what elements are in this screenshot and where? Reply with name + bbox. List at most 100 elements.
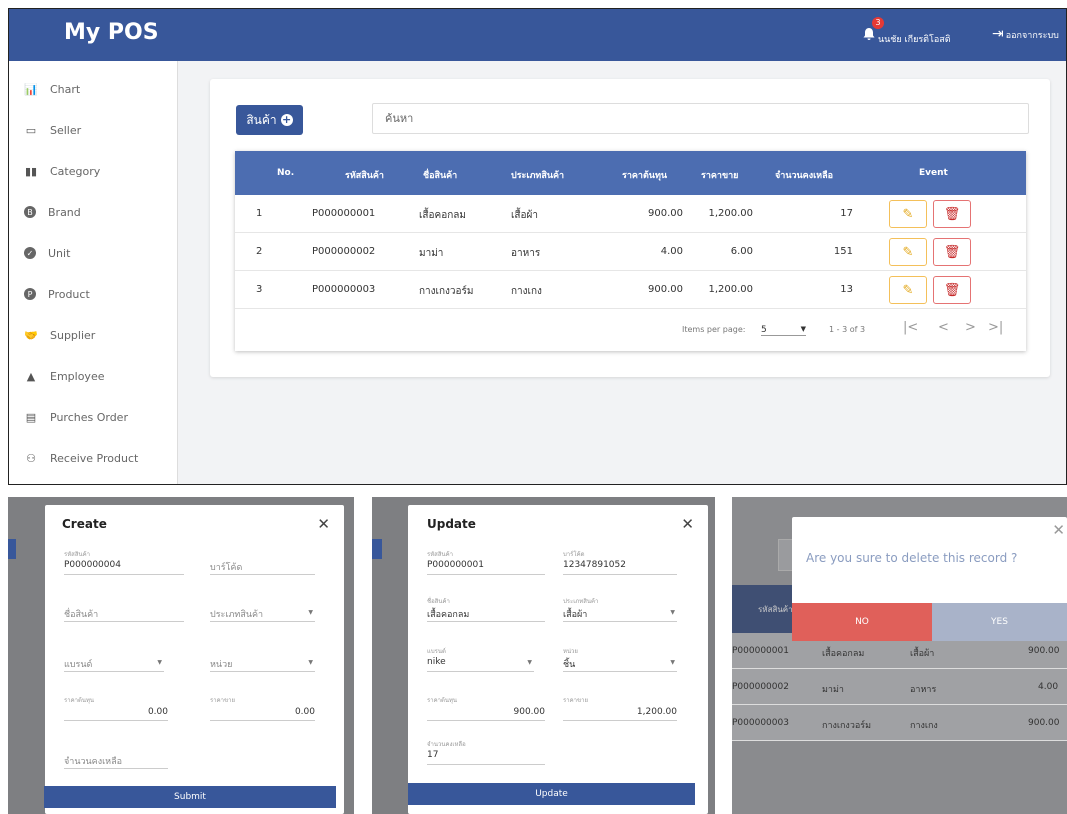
submit-button[interactable]: Submit (44, 786, 336, 808)
yes-button[interactable]: YES (932, 603, 1067, 641)
col-header: No. (277, 168, 295, 178)
sidebar-item-product[interactable]: P Product (24, 284, 90, 304)
create-dialog: Create ✕ รหัสสินค้า P000000004 บาร์โค้ด ช… (44, 505, 344, 814)
category-select[interactable]: ประเภทสินค้า ▼ (210, 600, 315, 622)
bg-button (372, 539, 382, 559)
field-value: P000000004 (64, 560, 121, 570)
col-header: ชื่อสินค้า (423, 171, 458, 181)
bg-row: P000000002 มาม่า อาหาร 4.00 (732, 669, 1067, 705)
next-page-icon[interactable]: > (965, 320, 976, 335)
table-paginator: Items per page: 5 ▼ 1 - 3 of 3 |< < > >| (235, 307, 1026, 351)
name-field[interactable]: ชื่อสินค้า (64, 600, 184, 622)
sidebar-item-chart[interactable]: 📊 Chart (24, 79, 80, 99)
col-header: จำนวนคงเหลือ (775, 171, 834, 181)
delete-button[interactable]: 🗑 (933, 200, 971, 228)
user-name[interactable]: นนชัย เกียรติโอสติ (878, 32, 951, 46)
bg-cell: 900.00 (1028, 646, 1060, 656)
close-icon[interactable]: ✕ (1052, 521, 1065, 539)
unit-select[interactable]: หน่วย ชิ้น ▼ (563, 648, 677, 672)
bell-icon[interactable] (862, 27, 876, 41)
sidebar-item-label: Supplier (50, 328, 96, 342)
cell-code: P000000003 (312, 284, 376, 295)
code-field[interactable]: รหัสสินค้า P000000001 (427, 551, 545, 575)
field-label: ราคาต้นทุน (427, 697, 458, 704)
field-value: 12347891052 (563, 560, 626, 570)
sidebar-item-receive-product[interactable]: ⚇ Receive Product (24, 448, 138, 468)
book-icon: ▮▮ (24, 164, 38, 178)
caret-down-icon: ▼ (800, 325, 806, 333)
plus-circle-icon: + (280, 113, 293, 126)
price-field[interactable]: ราคาขาย 0.00 (210, 697, 315, 721)
code-field[interactable]: รหัสสินค้า P000000004 (64, 551, 184, 575)
trash-icon: 🗑 (943, 244, 961, 260)
edit-button[interactable]: ✎ (889, 238, 927, 266)
last-page-icon[interactable]: >| (988, 320, 1003, 335)
field-value: P000000001 (427, 560, 484, 570)
sidebar-item-brand[interactable]: B Brand (24, 202, 81, 222)
price-field[interactable]: ราคาขาย 1,200.00 (563, 697, 677, 721)
delete-button[interactable]: 🗑 (933, 238, 971, 266)
field-value: 17 (427, 750, 439, 760)
field-label: ราคาขาย (210, 697, 235, 704)
brand-icon: B (24, 206, 36, 218)
edit-button[interactable]: ✎ (889, 200, 927, 228)
brand-select[interactable]: แบรนด์ nike ▼ (427, 648, 534, 672)
logout-button[interactable]: ⇥ ออกจากระบบ (992, 26, 1059, 42)
edit-button[interactable]: ✎ (889, 276, 927, 304)
stock-field[interactable]: จำนวนคงเหลือ 17 (427, 741, 545, 765)
no-button[interactable]: NO (792, 603, 932, 641)
field-placeholder: จำนวนคงเหลือ (64, 757, 123, 767)
category-select[interactable]: ประเภทสินค้า เสื้อผ้า ▼ (563, 598, 677, 622)
top-bar: My POS 3 นนชัย เกียรติโอสติ ⇥ ออกจากระบบ (9, 9, 1066, 61)
search-input[interactable]: ค้นหา (372, 103, 1029, 134)
delete-button[interactable]: 🗑 (933, 276, 971, 304)
caret-down-icon: ▼ (308, 609, 313, 616)
cost-field[interactable]: ราคาต้นทุน 900.00 (427, 697, 545, 721)
close-icon[interactable]: ✕ (681, 515, 694, 533)
sidebar: 📊 Chart ▭ Seller ▮▮ Category B Brand ✓ Unit P… (9, 61, 178, 484)
field-value: 1,200.00 (636, 707, 677, 717)
update-modal-panel: Update ✕ รหัสสินค้า P000000001 บาร์โค้ด 12… (372, 497, 715, 814)
cell-name: เสื้อคอกลม (419, 210, 466, 221)
field-placeholder: บาร์โค้ด (210, 563, 243, 573)
people-icon: ⚇ (26, 451, 36, 465)
stock-field[interactable]: จำนวนคงเหลือ (64, 747, 168, 769)
cost-field[interactable]: ราคาต้นทุน 0.00 (64, 697, 168, 721)
field-label: รหัสสินค้า (64, 551, 90, 558)
sidebar-item-unit[interactable]: ✓ Unit (24, 243, 70, 263)
sidebar-item-category[interactable]: ▮▮ Category (24, 161, 100, 181)
col-header: รหัสสินค้า (345, 171, 384, 181)
barcode-field[interactable]: บาร์โค้ด 12347891052 (563, 551, 677, 575)
create-modal-panel: Create ✕ รหัสสินค้า P000000004 บาร์โค้ด ช… (8, 497, 354, 814)
add-product-button[interactable]: สินค้า + (236, 105, 303, 135)
field-placeholder: แบรนด์ (64, 660, 93, 670)
sidebar-item-supplier[interactable]: 🤝 Supplier (24, 325, 95, 345)
notification-badge: 3 (872, 17, 884, 29)
cell-code: P000000002 (312, 246, 376, 257)
bg-cell: P000000002 (732, 682, 789, 692)
first-page-icon[interactable]: |< (903, 320, 918, 335)
sidebar-item-purches-order[interactable]: ▤ Purches Order (24, 407, 128, 427)
bg-cell: 4.00 (1038, 682, 1059, 692)
field-label: ราคาขาย (563, 697, 588, 704)
prev-page-icon[interactable]: < (938, 320, 949, 335)
items-per-page-select[interactable]: 5 ▼ (761, 325, 806, 336)
field-value: nike (427, 657, 446, 667)
unit-select[interactable]: หน่วย ▼ (210, 650, 315, 672)
field-value: 0.00 (294, 707, 315, 717)
field-placeholder: หน่วย (210, 660, 233, 670)
field-label: บาร์โค้ด (563, 551, 585, 558)
update-button[interactable]: Update (408, 783, 695, 805)
logout-icon: ⇥ (992, 26, 1004, 42)
product-table: No. รหัสสินค้า ชื่อสินค้า ประเภทสินค้า ร… (235, 151, 1026, 351)
caret-down-icon: ▼ (527, 659, 532, 666)
brand-select[interactable]: แบรนด์ ▼ (64, 650, 164, 672)
app-title: My POS (64, 20, 159, 45)
barcode-field[interactable]: บาร์โค้ด (210, 553, 315, 575)
close-icon[interactable]: ✕ (317, 515, 330, 533)
sidebar-item-employee[interactable]: ▲ Employee (24, 366, 105, 386)
sidebar-item-seller[interactable]: ▭ Seller (24, 120, 81, 140)
cell-name: มาม่า (419, 248, 444, 259)
name-field[interactable]: ชื่อสินค้า เสื้อคอกลม (427, 598, 545, 622)
trash-icon: 🗑 (943, 282, 961, 298)
